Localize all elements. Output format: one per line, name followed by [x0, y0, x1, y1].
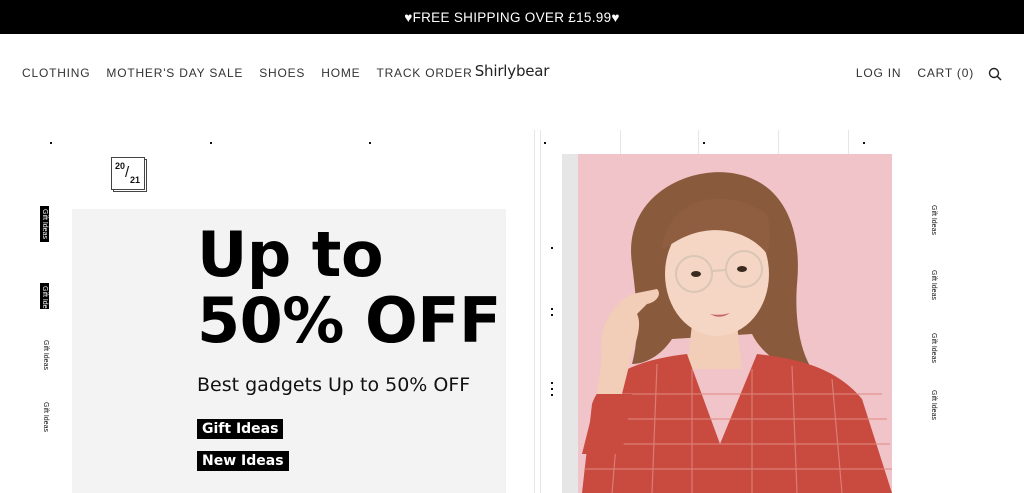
login-link[interactable]: LOG IN: [856, 66, 901, 80]
divider: [698, 130, 699, 154]
badge-slash: /: [125, 164, 130, 181]
site-header: CLOTHING MOTHER'S DAY SALE SHOES HOME TR…: [0, 34, 1024, 112]
right-tab-gift-ideas[interactable]: Gift Ideas: [930, 270, 937, 300]
gift-ideas-tag[interactable]: Gift Ideas: [197, 419, 284, 439]
model-illustration: [582, 172, 892, 493]
right-tab-gift-ideas[interactable]: Gift Ideas: [930, 390, 937, 420]
side-tab-gift-ideas[interactable]: Gift Ideas: [42, 340, 49, 370]
divider: [534, 130, 535, 493]
slider-dot: [703, 142, 705, 144]
right-tab-gift-ideas[interactable]: Gift Ideas: [930, 333, 937, 363]
headline-line-1: Up to: [197, 218, 384, 291]
new-ideas-tag[interactable]: New Ideas: [197, 451, 289, 471]
announcement-text: ♥FREE SHIPPING OVER £15.99♥: [404, 9, 620, 25]
slider-dot: [551, 314, 553, 316]
account-nav: LOG IN CART (0): [856, 66, 974, 80]
slider-dot: [544, 142, 546, 144]
announcement-bar: ♥FREE SHIPPING OVER £15.99♥: [0, 0, 1024, 34]
search-icon[interactable]: [988, 67, 1002, 81]
right-tab-gift-ideas[interactable]: Gift Ideas: [930, 205, 937, 235]
promo-headline: Up to 50% OFF: [197, 222, 501, 354]
slider-dot: [551, 247, 553, 249]
slider-dot: [551, 388, 553, 390]
headline-line-2: 50% OFF: [197, 284, 501, 357]
badge-year-bottom: 21: [130, 175, 141, 185]
side-tab-gift-ideas[interactable]: Gift Ideas: [40, 283, 49, 309]
slider-dot: [50, 142, 52, 144]
calendar-badge: 20 / 21: [111, 157, 147, 192]
slider-dot: [551, 308, 553, 310]
divider: [778, 130, 779, 154]
model-photo: [562, 154, 892, 493]
slider-dot: [551, 382, 553, 384]
promo-subline: Best gadgets Up to 50% OFF: [197, 374, 471, 396]
side-tab-gift-ideas[interactable]: Gift Ideas: [40, 206, 49, 242]
slider-dot: [863, 142, 865, 144]
divider: [540, 130, 541, 493]
side-tab-gift-ideas[interactable]: Gift Ideas: [42, 402, 49, 432]
brand-name[interactable]: Shirlybear: [475, 62, 550, 80]
cart-link[interactable]: CART (0): [917, 66, 974, 80]
badge-text: 20 / 21: [111, 157, 145, 190]
badge-year-top: 20: [115, 161, 126, 171]
slider-dot: [369, 142, 371, 144]
slider-dot: [551, 394, 553, 396]
divider: [620, 130, 621, 154]
slider-dot: [210, 142, 212, 144]
divider: [848, 130, 849, 154]
